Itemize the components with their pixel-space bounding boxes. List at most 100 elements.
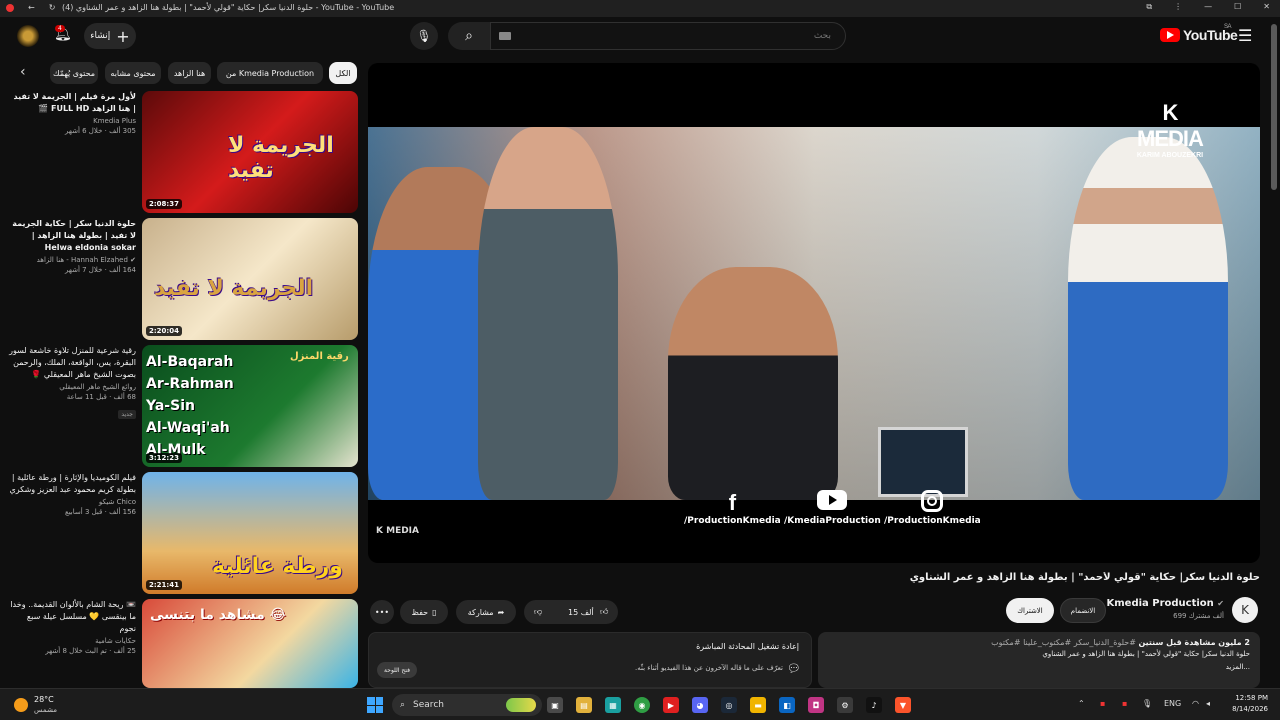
volume-icon[interactable]: ◂	[1206, 699, 1210, 708]
wifi-icon[interactable]: ◠	[1192, 699, 1199, 708]
subscribe-button[interactable]: الاشتراك	[1006, 598, 1054, 623]
recommendation-item[interactable]: الجريمة لا تفيد 2:20:04 حلوة الدنيا سكر …	[8, 218, 358, 340]
video-stats: 164 ألف · خلال 7 أشهر	[64, 266, 136, 274]
search-input[interactable]	[491, 23, 845, 49]
save-button[interactable]: حفظ ▯	[400, 600, 448, 624]
chip-hana-elzahed[interactable]: هنا الزاهد	[168, 62, 211, 84]
share-label: مشاركة	[467, 607, 494, 617]
video-player[interactable]: K MEDIA KARIM ABOUZEKRI f /ProductionKme…	[368, 63, 1260, 563]
plus-icon: +	[116, 26, 130, 46]
windows-start-icon[interactable]	[367, 697, 383, 713]
chip-from-channel[interactable]: من Kmedia Production	[217, 62, 323, 84]
video-title[interactable]: لأول مرة فيلم | الجريمة لا تفيد | هنا ال…	[8, 91, 136, 115]
video-duration: 2:08:37	[146, 199, 182, 209]
hamburger-menu-icon[interactable]: ☰	[1238, 26, 1252, 45]
weather-temperature[interactable]: 28°C	[34, 695, 54, 704]
keyboard-icon[interactable]	[499, 32, 511, 40]
channel-name[interactable]: روائع الشيخ ماهر المعيقلي	[8, 383, 136, 391]
store-app-icon[interactable]: ▦	[605, 697, 621, 713]
instagram-icon-wrap	[884, 490, 981, 516]
video-meta: رقية شرعية للمنزل تلاوة خاشعة لسور البقر…	[8, 345, 136, 420]
chevron-left-icon[interactable]: ‹	[20, 64, 26, 80]
hashtags[interactable]: #حلوة_الدنيا_سكر #مكتوب_علينا #مكتوب	[991, 638, 1136, 647]
browser-menu-icon[interactable]: ⋮	[1174, 2, 1182, 12]
settings-icon[interactable]: ⚙︎	[837, 697, 853, 713]
steam-icon[interactable]: ◎	[721, 697, 737, 713]
description-more[interactable]: ...المزيد	[828, 662, 1250, 673]
video-thumbnail[interactable]: الجريمة لا تفيد 2:08:37	[142, 91, 358, 213]
window-title: حلوة الدنيا سكر| حكاية "قولي لأحمد" | بط…	[62, 3, 395, 12]
recommendation-item[interactable]: مشاهد ما بتنسى 😂 📼 ريحة الشام بالألوان ا…	[8, 599, 358, 688]
youtube-app-icon[interactable]: ▶	[663, 697, 679, 713]
tray-overflow-icon[interactable]: ⌃	[1078, 699, 1085, 708]
chip-for-you[interactable]: محتوى يُهمّك	[50, 62, 98, 84]
brave-browser-icon[interactable]: ▼	[895, 697, 911, 713]
extensions-icon[interactable]: ⧉	[1146, 2, 1152, 12]
video-description[interactable]: 2 مليون مشاهدة قبل سنتين #حلوة_الدنيا_سك…	[818, 632, 1260, 688]
youtube-logo[interactable]: YouTube SA	[1160, 24, 1238, 43]
tray-mic-icon[interactable]: 🎙︎	[1142, 699, 1152, 708]
more-actions-button[interactable]: •••	[370, 600, 394, 624]
channel-name-text[interactable]: Kmedia Production	[1107, 598, 1214, 609]
video-thumbnail[interactable]: ورطة عائلية 2:21:41	[142, 472, 358, 594]
bookmark-icon: ▯	[432, 607, 437, 617]
video-thumbnail[interactable]: Al-Baqarah Ar-Rahman Ya-Sin Al-Waqi'ah A…	[142, 345, 358, 467]
video-meta: فيلم الكوميديا والإثارة | ورطة عائلية | …	[8, 472, 136, 516]
browser-title-bar: ← ↻ حلوة الدنيا سكر| حكاية "قولي لأحمد" …	[0, 0, 1280, 17]
video-title[interactable]: 📼 ريحة الشام بالألوان القديمة.. وخدا ما …	[8, 599, 136, 635]
join-button[interactable]: الانضمام	[1060, 598, 1106, 623]
video-thumbnail[interactable]: الجريمة لا تفيد 2:20:04	[142, 218, 358, 340]
recommendation-item[interactable]: الجريمة لا تفيد 2:08:37 لأول مرة فيلم | …	[8, 91, 358, 213]
share-button[interactable]: مشاركة ➦	[456, 600, 516, 624]
tray-app-icon[interactable]: ▪	[1122, 699, 1127, 708]
thumbnail-title: رقية المنزل	[290, 351, 349, 362]
tiktok-icon[interactable]: ♪	[866, 697, 882, 713]
video-title[interactable]: رقية شرعية للمنزل تلاوة خاشعة لسور البقر…	[8, 345, 136, 381]
chip-all[interactable]: الكل	[329, 62, 357, 84]
weather-sun-icon[interactable]	[14, 698, 28, 712]
channel-name[interactable]: Kmedia Plus	[8, 117, 136, 125]
youtube-handle: /KmediaProduction	[784, 490, 881, 526]
recommendation-item[interactable]: ورطة عائلية 2:21:41 فيلم الكوميديا والإث…	[8, 472, 358, 594]
task-view-icon[interactable]: ▣	[547, 697, 563, 713]
page-scrollbar[interactable]	[1271, 24, 1277, 190]
chip-related[interactable]: محتوى مشابه	[105, 62, 161, 84]
account-avatar[interactable]	[17, 25, 39, 47]
search-button[interactable]: ⌕	[448, 22, 490, 50]
media-app-icon[interactable]: ◧	[779, 697, 795, 713]
tray-app-icon[interactable]: ▪	[1100, 699, 1105, 708]
channel-name[interactable]: Kmedia Production ✔︎	[1107, 598, 1225, 609]
channel-name[interactable]: حكايات شامية	[8, 637, 136, 645]
open-panel-button[interactable]: فتح اللوحة	[377, 662, 417, 678]
folder-icon[interactable]: ▬	[750, 697, 766, 713]
browser-profile-icon[interactable]	[6, 3, 14, 12]
channel-name[interactable]: Chico شيكو	[8, 498, 136, 506]
video-title[interactable]: فيلم الكوميديا والإثارة | ورطة عائلية | …	[8, 472, 136, 496]
file-explorer-icon[interactable]: ▤	[576, 697, 592, 713]
chat-bubble-icon: 💬︎	[787, 662, 801, 675]
chrome-icon[interactable]: ◉	[634, 697, 650, 713]
back-icon[interactable]: ←	[28, 3, 35, 12]
create-button[interactable]: إنشاء +	[84, 23, 136, 49]
video-title[interactable]: حلوة الدنيا سكر | حكاية الجريمة لا تفيد …	[8, 218, 136, 254]
recommendation-item[interactable]: Al-Baqarah Ar-Rahman Ya-Sin Al-Waqi'ah A…	[8, 345, 358, 467]
kmedia-name: KARIM ABOUZEKRI	[1136, 152, 1204, 159]
like-icon[interactable]: 👍︎	[600, 607, 608, 617]
save-label: حفظ	[411, 607, 429, 617]
system-clock[interactable]: 12:58 PM 8/14/2026	[1222, 693, 1268, 715]
video-thumbnail[interactable]: مشاهد ما بتنسى 😂	[142, 599, 358, 688]
discord-icon[interactable]: ◕	[692, 697, 708, 713]
instagram-app-icon[interactable]: ◘	[808, 697, 824, 713]
taskbar-search[interactable]: ⌕ Search	[392, 694, 542, 716]
channel-avatar[interactable]: K	[1232, 597, 1258, 623]
reload-icon[interactable]: ↻	[49, 3, 56, 12]
search-highlight-icon	[506, 698, 536, 712]
maximize-icon[interactable]: ☐	[1234, 2, 1241, 12]
close-icon[interactable]: ✕	[1263, 2, 1270, 12]
voice-search-mic-icon[interactable]: 🎙︎	[410, 22, 438, 50]
minimize-icon[interactable]: —	[1204, 2, 1212, 12]
channel-name-text[interactable]: Hannah Elzahed - هنا الزاهد	[37, 256, 128, 264]
search-box	[490, 22, 846, 50]
input-language[interactable]: ENG	[1164, 699, 1181, 708]
dislike-icon[interactable]: 👎︎	[534, 607, 542, 617]
